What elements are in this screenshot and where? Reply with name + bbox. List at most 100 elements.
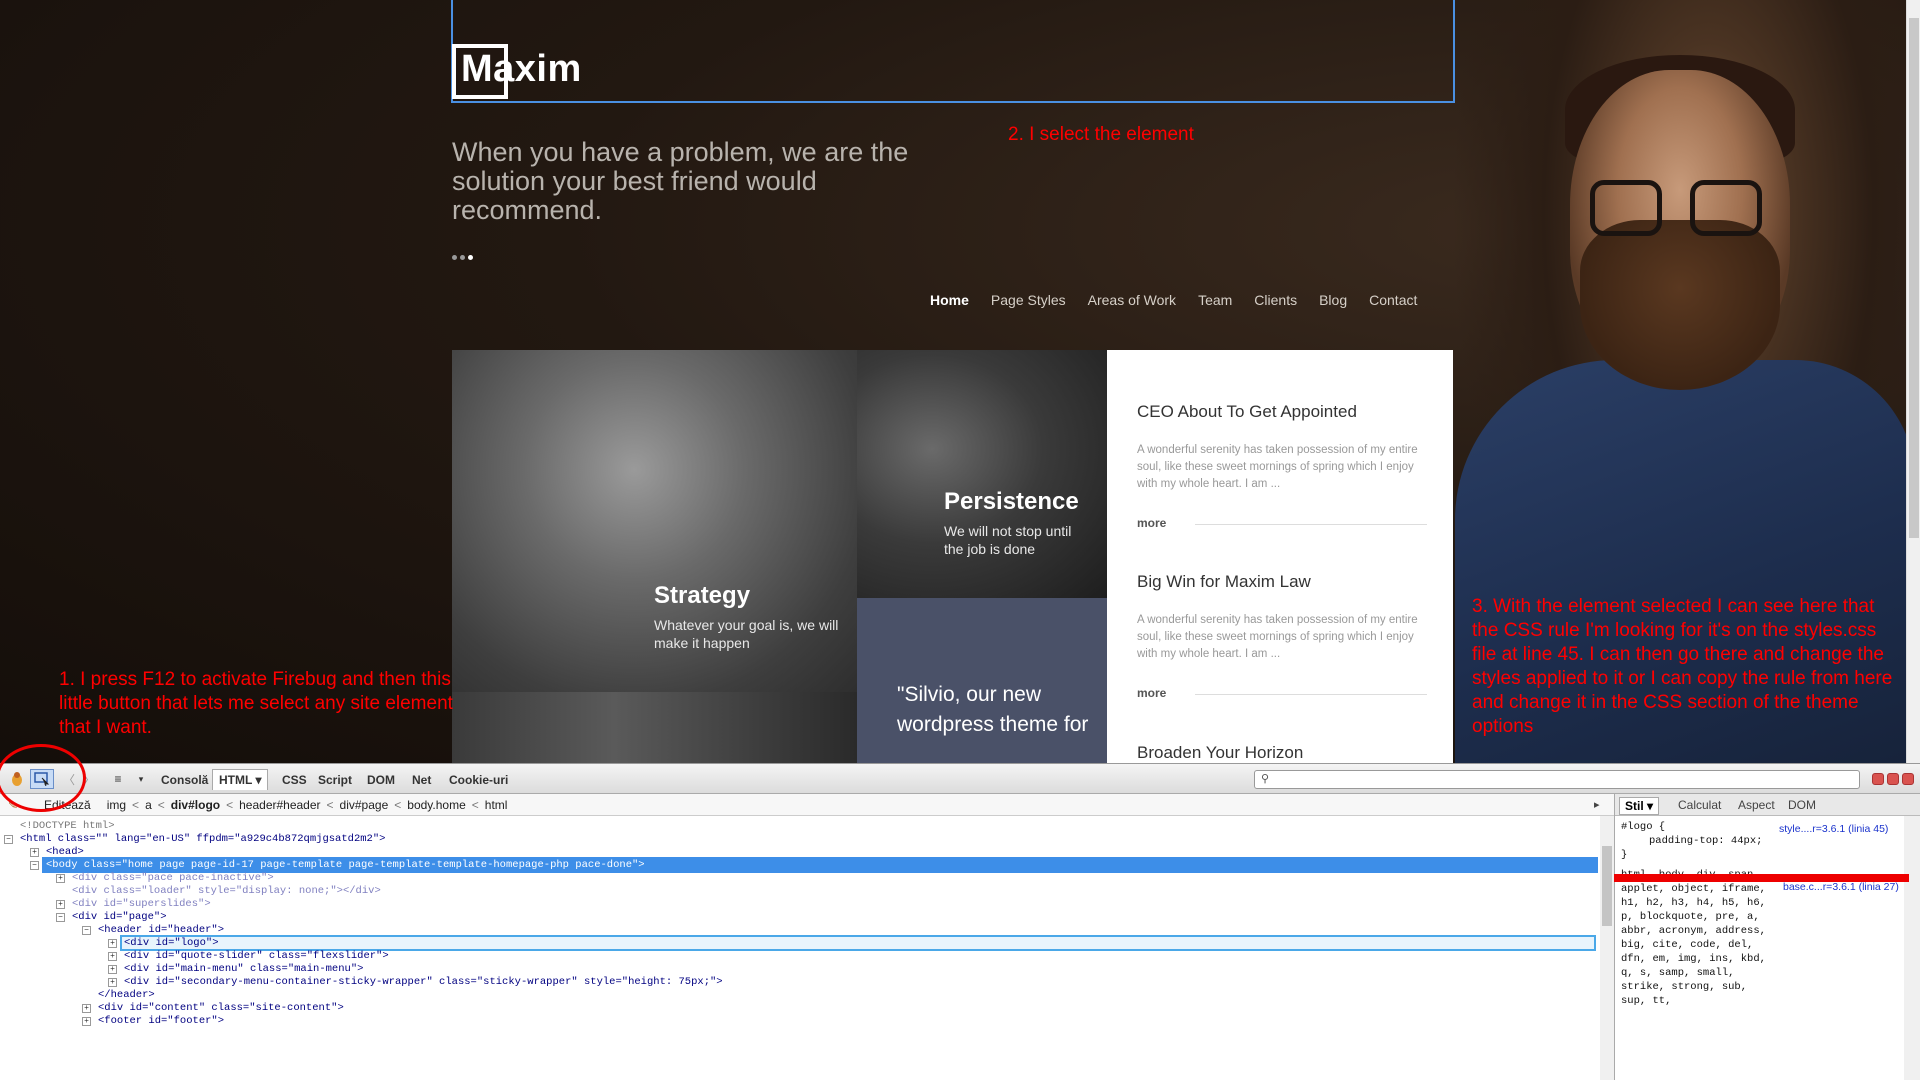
tab-style[interactable]: Stil ▾ — [1619, 797, 1660, 815]
glasses-left-lens — [1590, 180, 1662, 236]
tab-css[interactable]: CSS — [276, 769, 313, 790]
post-more-link[interactable]: more — [1137, 516, 1166, 530]
css-selector-reset[interactable]: html, body, div, span, applet, object, i… — [1621, 868, 1771, 1008]
annotation-step-3: 3. With the element selected I can see h… — [1472, 596, 1893, 737]
expand-icon[interactable]: + — [108, 978, 117, 987]
strategy-subtitle: Whatever your goal is, we will make it h… — [654, 617, 839, 651]
expand-icon[interactable]: + — [108, 965, 117, 974]
slider-dot[interactable] — [460, 255, 465, 260]
page-scrollbar-thumb[interactable] — [1909, 18, 1919, 538]
tab-html[interactable]: HTML ▾ — [212, 769, 269, 790]
expand-icon[interactable]: + — [82, 1017, 91, 1026]
nav-team[interactable]: Team — [1198, 292, 1232, 308]
breadcrumb-separator: < — [157, 797, 165, 812]
nav-blog[interactable]: Blog — [1319, 292, 1347, 308]
firebug-toolbar: 〈 〉 ≡ ▾ Consolă HTML ▾ CSS Script DOM Ne… — [0, 764, 1920, 794]
site-logo[interactable]: Maxim — [461, 48, 582, 91]
post-title[interactable]: CEO About To Get Appointed — [1137, 402, 1357, 422]
strategy-tile-lower — [452, 692, 857, 763]
css-source-link[interactable]: base.c...r=3.6.1 (linia 27) — [1783, 881, 1899, 893]
style-side-panel: Stil ▾ Calculat Aspect DOM #logo { paddi… — [1614, 794, 1920, 1080]
html-tree-scrollbar[interactable] — [1600, 816, 1614, 1080]
css-rules: #logo { padding-top: 44px; } html, body,… — [1621, 820, 1911, 1008]
post-divider — [1195, 694, 1427, 695]
breadcrumb-separator: < — [226, 797, 234, 812]
persistence-subtitle: We will not stop until the job is done — [944, 523, 1072, 557]
strategy-tile[interactable]: Strategy Whatever your goal is, we will … — [452, 350, 857, 692]
main-menu: Home Page Styles Areas of Work Team Clie… — [930, 292, 1417, 308]
tab-side-dom[interactable]: DOM — [1783, 797, 1821, 813]
html-tree-scrollbar-thumb[interactable] — [1602, 846, 1612, 926]
detach-icon[interactable] — [1887, 773, 1899, 785]
tab-cookies[interactable]: Cookie-uri — [443, 769, 514, 790]
breadcrumb-div-logo[interactable]: div#logo — [171, 798, 220, 812]
breadcrumb-div-page[interactable]: div#page — [340, 798, 389, 812]
close-icon[interactable] — [1902, 773, 1914, 785]
slider-dot[interactable] — [452, 255, 457, 260]
nav-areas-of-work[interactable]: Areas of Work — [1088, 292, 1176, 308]
tab-layout[interactable]: Aspect — [1733, 797, 1780, 813]
strategy-title: Strategy — [654, 582, 751, 609]
expand-icon[interactable]: + — [108, 952, 117, 961]
breadcrumb-body[interactable]: body.home — [407, 798, 465, 812]
expand-icon[interactable]: + — [30, 848, 39, 857]
website-viewport: Maxim When you have a problem, we are th… — [0, 0, 1920, 763]
breadcrumb-separator: < — [471, 797, 479, 812]
css-rule-close: } — [1621, 849, 1628, 861]
search-icon: ⚲ — [1261, 773, 1270, 785]
breadcrumb-a[interactable]: a — [145, 798, 152, 812]
breadcrumb-separator: < — [326, 797, 334, 812]
slider-dot-active[interactable] — [468, 255, 473, 260]
nav-home[interactable]: Home — [930, 292, 969, 308]
nav-clients[interactable]: Clients — [1254, 292, 1297, 308]
collapse-icon[interactable]: − — [4, 835, 13, 844]
breadcrumb-img[interactable]: img — [107, 798, 126, 812]
post-excerpt: A wonderful serenity has taken possessio… — [1137, 614, 1418, 660]
news-tile: CEO About To Get Appointed A wonderful s… — [1107, 350, 1453, 763]
collapse-icon[interactable]: − — [30, 861, 39, 870]
tab-console[interactable]: Consolă — [155, 769, 214, 790]
css-source-link[interactable]: style....r=3.6.1 (linia 45) — [1779, 823, 1888, 835]
firebug-search-input[interactable]: ⚲ — [1254, 770, 1860, 789]
tab-dom[interactable]: DOM — [361, 769, 401, 790]
slider-dots[interactable] — [452, 247, 476, 265]
breadcrumb-header[interactable]: header#header — [239, 798, 320, 812]
dropdown-icon[interactable]: ▾ — [134, 769, 148, 789]
tab-net[interactable]: Net — [406, 769, 437, 790]
expand-icon[interactable]: + — [82, 1004, 91, 1013]
hero-beard — [1580, 220, 1780, 390]
firebug-panel: 〈 〉 ≡ ▾ Consolă HTML ▾ CSS Script DOM Ne… — [0, 763, 1920, 1080]
expand-icon[interactable]: + — [56, 874, 65, 883]
tab-script[interactable]: Script — [312, 769, 358, 790]
expand-icon[interactable]: + — [108, 939, 117, 948]
nav-contact[interactable]: Contact — [1369, 292, 1417, 308]
toggle-side-panel-icon[interactable]: ▸ — [1594, 798, 1600, 811]
tree-line[interactable]: <footer id="footer"> — [98, 1013, 224, 1029]
annotation-step-2: 2. I select the element — [1008, 124, 1194, 145]
page-scrollbar[interactable] — [1906, 0, 1920, 763]
side-panel-scrollbar[interactable] — [1904, 816, 1920, 1080]
collapse-icon[interactable]: − — [56, 913, 65, 922]
persistence-title: Persistence — [944, 488, 1079, 515]
post-divider — [1195, 524, 1427, 525]
persistence-tile[interactable]: Persistence We will not stop until the j… — [857, 350, 1107, 598]
selected-logo-highlight — [451, 0, 1455, 103]
tab-computed[interactable]: Calculat — [1673, 797, 1726, 813]
hero-tagline: When you have a problem, we are the solu… — [452, 137, 909, 225]
expand-icon[interactable]: + — [56, 900, 65, 909]
breadcrumb-separator: < — [394, 797, 402, 812]
post-title[interactable]: Big Win for Maxim Law — [1137, 572, 1311, 592]
html-breadcrumb: ✎ Editează img < a < div#logo < header#h… — [0, 794, 1614, 816]
post-more-link[interactable]: more — [1137, 686, 1166, 700]
css-declaration[interactable]: padding-top: 44px; — [1621, 834, 1911, 848]
breadcrumb-html[interactable]: html — [485, 798, 508, 812]
minimize-icon[interactable] — [1872, 773, 1884, 785]
nav-page-styles[interactable]: Page Styles — [991, 292, 1066, 308]
menu-icon[interactable]: ≡ — [110, 769, 126, 789]
quote-text: "Silvio, our new wordpress theme for — [897, 683, 1089, 736]
post-title[interactable]: Broaden Your Horizon — [1137, 743, 1303, 763]
collapse-icon[interactable]: − — [82, 926, 91, 935]
tree-line[interactable]: <div id="secondary-menu-container-sticky… — [124, 974, 723, 990]
quote-tile: "Silvio, our new wordpress theme for — [857, 598, 1107, 763]
post-excerpt: A wonderful serenity has taken possessio… — [1137, 444, 1418, 490]
